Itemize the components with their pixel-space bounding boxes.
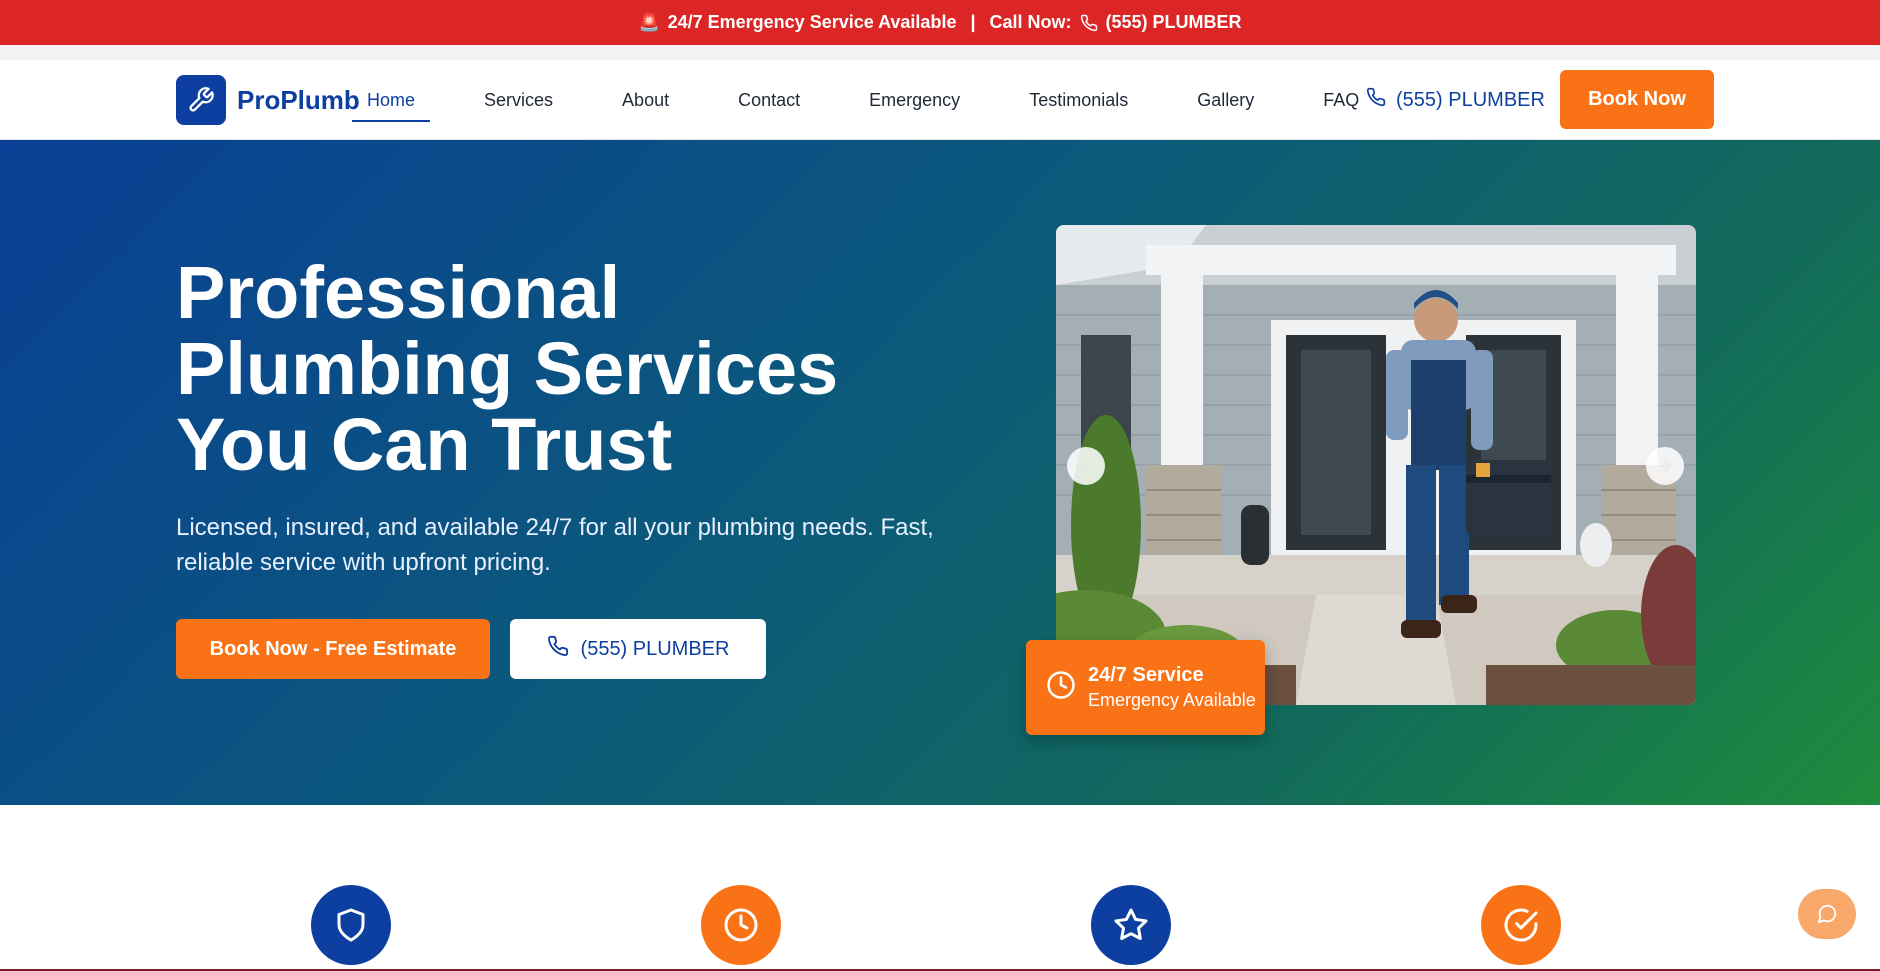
siren-icon: 🚨 — [638, 12, 660, 32]
hero-image-carousel[interactable] — [1056, 225, 1696, 705]
nav-book-now-button[interactable]: Book Now — [1560, 70, 1714, 129]
wrench-icon — [176, 75, 226, 125]
arrow-right-icon — [1659, 460, 1671, 472]
call-phone-button[interactable]: (555) PLUMBER — [510, 619, 766, 679]
carousel-prev-button[interactable] — [1067, 447, 1105, 485]
badge-subtitle: Emergency Available — [1088, 690, 1256, 710]
nav-link-home[interactable]: Home — [352, 78, 431, 122]
nav-links: Home Services About Contact Emergency Te… — [352, 60, 1413, 140]
nav-link-faq[interactable]: FAQ — [1308, 78, 1374, 122]
hero-section: Professional Plumbing Services You Can T… — [0, 140, 1880, 805]
check-circle-icon — [1481, 885, 1561, 965]
nav-link-about[interactable]: About — [607, 78, 684, 122]
banner-spacer — [0, 45, 1880, 60]
main-navbar: ProPlumb Home Services About Contact Eme… — [0, 60, 1880, 140]
logo-text: ProPlumb — [237, 84, 360, 115]
hero-title: Professional Plumbing Services You Can T… — [176, 251, 839, 486]
star-icon — [1091, 885, 1171, 965]
nav-link-emergency[interactable]: Emergency — [854, 78, 975, 122]
emergency-text: 24/7 Emergency Service Available — [667, 12, 957, 32]
carousel-next-button[interactable] — [1646, 447, 1684, 485]
clock-icon — [701, 885, 781, 965]
service-247-badge: 24/7 Service Emergency Available — [1026, 640, 1265, 735]
chat-icon — [1817, 904, 1837, 924]
phone-icon — [1366, 87, 1386, 113]
nav-phone-link[interactable]: (555) PLUMBER — [1366, 60, 1545, 140]
emergency-banner: 🚨 24/7 Emergency Service Available | Cal… — [0, 0, 1880, 45]
phone-icon — [547, 635, 569, 663]
plumber-photo — [1056, 225, 1696, 705]
free-estimate-button[interactable]: Book Now - Free Estimate — [176, 619, 490, 679]
arrow-left-icon — [1080, 460, 1092, 472]
nav-link-testimonials[interactable]: Testimonials — [1014, 78, 1143, 122]
shield-icon — [311, 885, 391, 965]
banner-separator: | — [970, 12, 976, 32]
nav-link-services[interactable]: Services — [469, 78, 568, 122]
phone-icon — [1080, 14, 1098, 32]
chat-widget-button[interactable] — [1798, 889, 1856, 939]
badge-title: 24/7 Service — [1088, 664, 1204, 686]
banner-phone-link[interactable]: (555) PLUMBER — [1106, 12, 1242, 33]
hero-subtitle: Licensed, insured, and available 24/7 fo… — [176, 514, 934, 576]
call-phone-label: (555) PLUMBER — [580, 637, 730, 660]
nav-link-gallery[interactable]: Gallery — [1182, 78, 1269, 122]
call-now-label: Call Now: — [989, 12, 1072, 32]
clock-icon — [1046, 670, 1076, 705]
nav-phone-text: (555) PLUMBER — [1396, 88, 1545, 111]
nav-link-contact[interactable]: Contact — [723, 78, 815, 122]
site-logo[interactable]: ProPlumb — [176, 75, 360, 125]
